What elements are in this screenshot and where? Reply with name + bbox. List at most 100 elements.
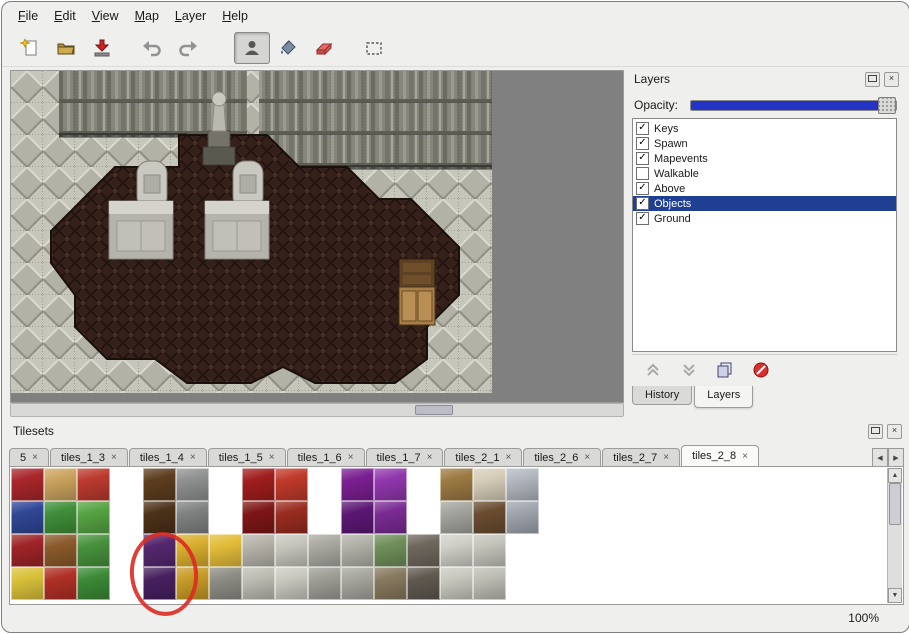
tile-1-14[interactable] bbox=[473, 501, 506, 534]
layer-row-above[interactable]: ✓Above bbox=[633, 181, 896, 196]
tileset-tab-tiles_2_8[interactable]: tiles_2_8× bbox=[681, 445, 759, 466]
tile-1-6[interactable] bbox=[209, 501, 242, 534]
tab-close-icon[interactable]: × bbox=[663, 452, 669, 463]
tile-0-1[interactable] bbox=[44, 468, 77, 501]
layer-row-spawn[interactable]: ✓Spawn bbox=[633, 136, 896, 151]
tile-1-5[interactable] bbox=[176, 501, 209, 534]
float-panel-button[interactable] bbox=[868, 424, 883, 439]
tile-3-13[interactable] bbox=[440, 567, 473, 600]
layer-checkbox[interactable]: ✓ bbox=[636, 152, 649, 165]
tile-2-7[interactable] bbox=[242, 534, 275, 567]
menu-help[interactable]: Help bbox=[214, 6, 256, 26]
tile-1-11[interactable] bbox=[374, 501, 407, 534]
layer-checkbox[interactable]: ✓ bbox=[636, 122, 649, 135]
tileset-vscroll-thumb[interactable] bbox=[889, 483, 901, 525]
tab-close-icon[interactable]: × bbox=[505, 452, 511, 463]
tile-1-8[interactable] bbox=[275, 501, 308, 534]
tileset-tab-tiles_1_6[interactable]: tiles_1_6× bbox=[287, 448, 365, 466]
tile-3-11[interactable] bbox=[374, 567, 407, 600]
tile-2-8[interactable] bbox=[275, 534, 308, 567]
tile-1-9[interactable] bbox=[308, 501, 341, 534]
tile-3-14[interactable] bbox=[473, 567, 506, 600]
layer-checkbox[interactable]: ✓ bbox=[636, 182, 649, 195]
tile-0-6[interactable] bbox=[209, 468, 242, 501]
tileset-tab-tiles_2_1[interactable]: tiles_2_1× bbox=[444, 448, 522, 466]
tab-layers[interactable]: Layers bbox=[694, 386, 753, 408]
tileset-grid[interactable] bbox=[11, 468, 539, 600]
tileset-viewport[interactable]: ▲ ▼ bbox=[9, 466, 904, 605]
tile-0-3[interactable] bbox=[110, 468, 143, 501]
tile-3-7[interactable] bbox=[242, 567, 275, 600]
tile-3-2[interactable] bbox=[77, 567, 110, 600]
scroll-tabs-left-button[interactable]: ◀ bbox=[872, 448, 888, 467]
tileset-tab-tiles_2_7[interactable]: tiles_2_7× bbox=[602, 448, 680, 466]
tile-3-8[interactable] bbox=[275, 567, 308, 600]
eraser-tool-button[interactable] bbox=[306, 32, 342, 64]
layer-checkbox[interactable]: ✓ bbox=[636, 197, 649, 210]
menu-layer[interactable]: Layer bbox=[167, 6, 214, 26]
tile-2-5[interactable] bbox=[176, 534, 209, 567]
tab-close-icon[interactable]: × bbox=[190, 452, 196, 463]
layer-row-objects[interactable]: ✓Objects bbox=[633, 196, 896, 211]
scroll-up-button[interactable]: ▲ bbox=[888, 468, 902, 483]
tab-close-icon[interactable]: × bbox=[269, 452, 275, 463]
tile-0-12[interactable] bbox=[407, 468, 440, 501]
tile-0-0[interactable] bbox=[11, 468, 44, 501]
tile-0-5[interactable] bbox=[176, 468, 209, 501]
tile-0-15[interactable] bbox=[506, 468, 539, 501]
save-button[interactable] bbox=[84, 32, 120, 64]
tile-1-3[interactable] bbox=[110, 501, 143, 534]
tile-2-10[interactable] bbox=[341, 534, 374, 567]
tile-1-10[interactable] bbox=[341, 501, 374, 534]
float-panel-button[interactable] bbox=[865, 72, 880, 87]
tile-0-9[interactable] bbox=[308, 468, 341, 501]
tab-close-icon[interactable]: × bbox=[348, 452, 354, 463]
tile-3-9[interactable] bbox=[308, 567, 341, 600]
map-hscroll-thumb[interactable] bbox=[415, 405, 453, 415]
tile-3-4[interactable] bbox=[143, 567, 176, 600]
scroll-down-button[interactable]: ▼ bbox=[888, 588, 902, 603]
move-layer-up-button[interactable] bbox=[642, 359, 664, 381]
tile-2-15[interactable] bbox=[506, 534, 539, 567]
menu-map[interactable]: Map bbox=[127, 6, 167, 26]
tile-1-4[interactable] bbox=[143, 501, 176, 534]
layer-row-ground[interactable]: ✓Ground bbox=[633, 211, 896, 226]
fill-tool-button[interactable] bbox=[270, 32, 306, 64]
tile-3-12[interactable] bbox=[407, 567, 440, 600]
tile-3-15[interactable] bbox=[506, 567, 539, 600]
tile-0-11[interactable] bbox=[374, 468, 407, 501]
layer-row-walkable[interactable]: Walkable bbox=[633, 166, 896, 181]
opacity-slider[interactable] bbox=[690, 100, 897, 111]
tileset-tab-tiles_1_3[interactable]: tiles_1_3× bbox=[50, 448, 128, 466]
tile-0-4[interactable] bbox=[143, 468, 176, 501]
tile-3-1[interactable] bbox=[44, 567, 77, 600]
map-horizontal-scrollbar[interactable] bbox=[10, 403, 624, 417]
tileset-vertical-scrollbar[interactable]: ▲ ▼ bbox=[887, 468, 902, 603]
close-panel-button[interactable]: × bbox=[884, 72, 899, 87]
tileset-tab-tiles_2_6[interactable]: tiles_2_6× bbox=[523, 448, 601, 466]
tile-3-3[interactable] bbox=[110, 567, 143, 600]
tile-2-14[interactable] bbox=[473, 534, 506, 567]
open-button[interactable] bbox=[48, 32, 84, 64]
tile-0-13[interactable] bbox=[440, 468, 473, 501]
map-canvas[interactable] bbox=[10, 70, 624, 403]
tab-close-icon[interactable]: × bbox=[32, 452, 38, 463]
delete-layer-button[interactable] bbox=[750, 359, 772, 381]
layer-checkbox[interactable] bbox=[636, 167, 649, 180]
menu-view[interactable]: View bbox=[84, 6, 127, 26]
tile-1-12[interactable] bbox=[407, 501, 440, 534]
tile-2-12[interactable] bbox=[407, 534, 440, 567]
tile-3-0[interactable] bbox=[11, 567, 44, 600]
duplicate-layer-button[interactable] bbox=[714, 359, 736, 381]
tile-0-10[interactable] bbox=[341, 468, 374, 501]
move-layer-down-button[interactable] bbox=[678, 359, 700, 381]
opacity-slider-handle[interactable] bbox=[878, 97, 896, 114]
tile-3-10[interactable] bbox=[341, 567, 374, 600]
tile-2-1[interactable] bbox=[44, 534, 77, 567]
tab-close-icon[interactable]: × bbox=[742, 451, 748, 462]
tile-0-7[interactable] bbox=[242, 468, 275, 501]
tileset-tab-tiles_1_5[interactable]: tiles_1_5× bbox=[208, 448, 286, 466]
tile-1-15[interactable] bbox=[506, 501, 539, 534]
tile-2-6[interactable] bbox=[209, 534, 242, 567]
close-panel-button[interactable]: × bbox=[887, 424, 902, 439]
